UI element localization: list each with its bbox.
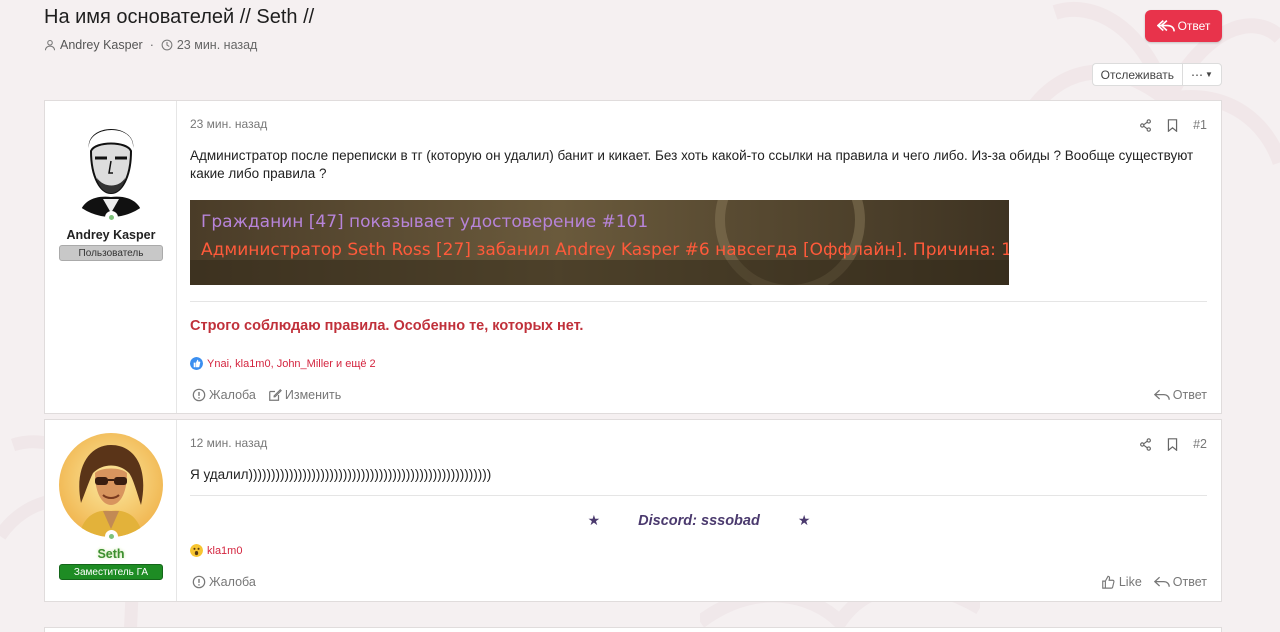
post-reply-actions: Like Ответ [1100,575,1207,589]
signature-divider [190,495,1207,496]
post-number[interactable]: #1 [1193,118,1207,132]
post-bottom-actions: Жалоба Изменить [192,388,341,402]
share-icon[interactable] [1139,437,1152,451]
reactions-list[interactable]: Ynai, kla1m0, John_Miller и ещё 2 [207,358,376,370]
star-icon: ★ [587,512,601,528]
report-label: Жалоба [209,388,256,402]
report-button[interactable]: Жалоба [192,388,256,402]
post-2: Seth Заместитель ГА 12 мин. назад #2 Я у… [44,419,1222,602]
reactions-bar[interactable]: Ynai, kla1m0, John_Miller и ещё 2 [190,357,376,370]
user-title-badge: Заместитель ГА [59,564,163,580]
reactions-bar[interactable]: kla1m0 [190,544,242,557]
post-1: Andrey Kasper Пользователь 23 мин. назад… [44,100,1222,414]
more-options-button[interactable]: ⋯ ▼ [1182,63,1222,86]
next-post-edge [44,627,1222,632]
more-button-label: ⋯ [1191,67,1204,82]
avatar[interactable] [59,113,163,217]
post-user-panel: Seth Заместитель ГА [45,420,177,601]
like-label: Like [1118,575,1142,589]
signature-divider [190,301,1207,302]
thumbs-up-icon [1102,575,1115,589]
like-button[interactable]: Like [1100,575,1142,589]
user-signature: Строго соблюдаю правила. Особенно те, ко… [190,318,584,334]
post-attachment-image[interactable]: Гражданин [47] показывает удостоверение … [190,200,1009,285]
post-top-actions: #1 [1139,118,1207,132]
post-username[interactable]: Seth [45,547,177,561]
post-number[interactable]: #2 [1193,437,1207,451]
post-text: Администратор после переписки в тг (кото… [190,148,1194,181]
clock-icon [161,39,173,51]
report-label: Жалоба [209,575,256,589]
post-bottom-actions: Жалоба [192,575,256,589]
alert-circle-icon [192,575,206,589]
thread-header: На имя основателей // Seth // Andrey Kas… [44,6,1224,66]
thread-tools: Отслеживать ⋯ ▼ [1091,63,1222,86]
post-user-panel: Andrey Kasper Пользователь [45,101,177,413]
post-date[interactable]: 23 мин. назад [190,117,267,131]
user-title-badge: Пользователь [59,245,163,261]
thread-meta: Andrey Kasper · 23 мин. назад [44,38,1224,52]
edit-label: Изменить [284,388,342,402]
post-date[interactable]: 12 мин. назад [190,436,267,450]
avatar-image [59,433,163,537]
chevron-down-icon: ▼ [1205,70,1213,79]
share-icon[interactable] [1139,118,1152,132]
avatar[interactable] [59,433,163,537]
post-reply-actions: Ответ [1153,388,1207,402]
post-text: Я удалил))))))))))))))))))))))))))))))))… [190,467,492,482]
avatar-image [59,113,163,217]
attachment-line-2: Администратор Seth Ross [27] забанил And… [201,240,1009,260]
wow-reaction-icon [190,544,203,557]
thread-time[interactable]: 23 мин. назад [177,38,258,52]
edit-icon [268,388,282,401]
online-status-icon [105,530,118,543]
meta-separator: · [149,38,154,52]
thread-author[interactable]: Andrey Kasper [60,38,143,52]
watch-button[interactable]: Отслеживать [1091,63,1182,86]
star-icon: ★ [797,512,811,528]
post-reply-label: Ответ [1172,388,1207,402]
discord-signature-text: Discord: sssobad [638,513,760,529]
reply-icon [1156,20,1175,32]
post-top-actions: #2 [1139,437,1207,451]
attachment-line-1: Гражданин [47] показывает удостоверение … [201,212,649,232]
reply-icon [1153,576,1170,587]
thread-title: На имя основателей // Seth // [44,6,315,28]
online-status-icon [105,211,118,224]
edit-button[interactable]: Изменить [268,388,341,402]
user-signature: ★ Discord: sssobad ★ [177,512,1221,529]
reply-button[interactable]: Ответ [1145,10,1222,42]
post-reply-button[interactable]: Ответ [1153,575,1207,589]
post-body: 12 мин. назад #2 Я удалил)))))))))))))))… [177,420,1221,601]
user-icon [44,39,56,51]
post-body: 23 мин. назад #1 Администратор после пер… [177,101,1221,413]
post-username[interactable]: Andrey Kasper [45,228,177,242]
bookmark-icon[interactable] [1166,437,1179,451]
post-reply-button[interactable]: Ответ [1153,388,1207,402]
reply-button-label: Ответ [1177,19,1211,33]
reactions-list[interactable]: kla1m0 [207,545,242,557]
alert-circle-icon [192,388,206,402]
bookmark-icon[interactable] [1166,118,1179,132]
report-button[interactable]: Жалоба [192,575,256,589]
post-reply-label: Ответ [1172,575,1207,589]
reply-icon [1153,389,1170,400]
like-reaction-icon [190,357,203,370]
